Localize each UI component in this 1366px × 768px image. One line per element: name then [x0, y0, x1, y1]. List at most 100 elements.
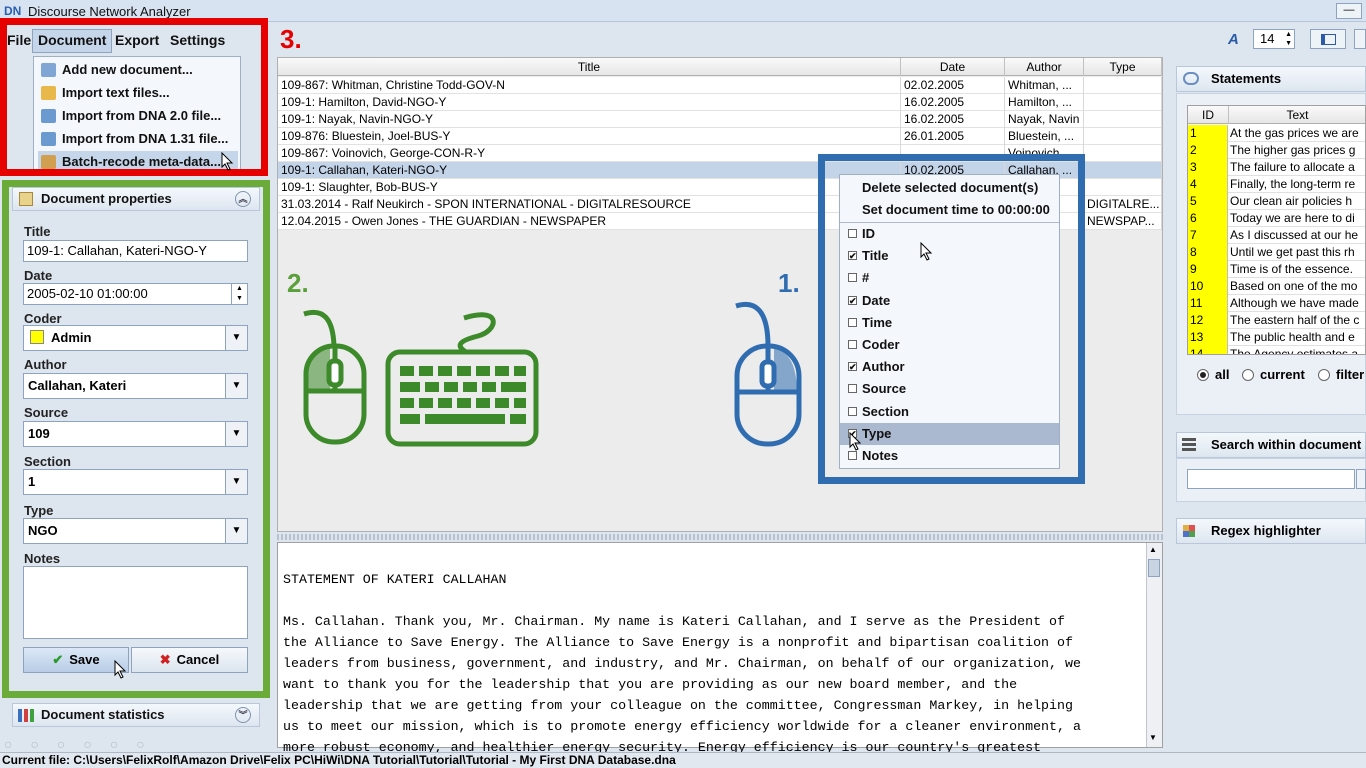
text-line: the Alliance to Save Energy. The Allianc…: [283, 635, 1073, 650]
column-header-author[interactable]: Author: [1005, 58, 1084, 76]
statement-row[interactable]: 7 As I discussed at our he: [1188, 227, 1365, 244]
column-header-text[interactable]: Text: [1229, 106, 1365, 124]
statement-row[interactable]: 11 Although we have made: [1188, 295, 1365, 312]
palette-icon: [1183, 525, 1195, 537]
document-statistics-header[interactable]: Document statistics ︾: [12, 703, 260, 727]
document-text-pane[interactable]: STATEMENT OF KATERI CALLAHAN Ms. Callahan…: [277, 542, 1163, 755]
statement-row[interactable]: 4 Finally, the long-term re: [1188, 176, 1365, 193]
cell-type: [1084, 145, 1162, 162]
layout-toggle-button[interactable]: [1310, 29, 1346, 49]
table-header: Title Date Author Type: [278, 58, 1162, 76]
cell-title: 12.04.2015 - Owen Jones - THE GUARDIAN -…: [278, 213, 901, 230]
mouse-and-keyboard-icon: [303, 310, 539, 447]
statement-id: 14: [1188, 346, 1228, 354]
bar-chart-icon: [18, 709, 34, 722]
minimize-button[interactable]: —: [1336, 3, 1362, 19]
font-icon: A: [1228, 31, 1239, 48]
expand-icon[interactable]: ︾: [235, 707, 251, 723]
column-header-id[interactable]: ID: [1188, 106, 1229, 124]
statement-text: Until we get past this rh: [1230, 245, 1355, 259]
cell-title: 109-876: Bluestein, Joel-BUS-Y: [278, 128, 901, 145]
vertical-scrollbar[interactable]: ▲ ▼: [1146, 543, 1162, 747]
cell-title: 109-1: Callahan, Kateri-NGO-Y: [278, 162, 901, 179]
disabled-toolbar-icons: ○○○○○○: [4, 736, 163, 752]
filter-current-label[interactable]: current: [1260, 367, 1305, 382]
filter-all-label[interactable]: all: [1215, 367, 1229, 382]
cell-author: Hamilton, ...: [1005, 94, 1084, 111]
statement-id: 6: [1188, 210, 1228, 227]
statement-text: Time is of the essence.: [1230, 262, 1353, 276]
column-header-date[interactable]: Date: [901, 58, 1005, 76]
statement-row[interactable]: 9 Time is of the essence.: [1188, 261, 1365, 278]
search-input[interactable]: [1187, 469, 1355, 489]
search-within-document-header[interactable]: Search within document: [1176, 432, 1366, 458]
statement-text: The public health and e: [1230, 330, 1355, 344]
search-button[interactable]: [1356, 469, 1366, 489]
column-header-type[interactable]: Type: [1084, 58, 1162, 76]
speech-bubble-icon: [1183, 72, 1199, 85]
statement-text: The eastern half of the c: [1230, 313, 1360, 327]
column-header-title[interactable]: Title: [278, 58, 901, 76]
window-title: Discourse Network Analyzer: [28, 4, 191, 19]
statement-row[interactable]: 2 The higher gas prices g: [1188, 142, 1365, 159]
annotation-green-box: [2, 180, 270, 698]
statement-row[interactable]: 6 Today we are here to di: [1188, 210, 1365, 227]
annotation-number-2: 2.: [287, 268, 309, 298]
cell-author: Whitman, ...: [1005, 77, 1084, 94]
statement-row[interactable]: 14 The Agency estimates a: [1188, 346, 1365, 355]
statement-text: At the gas prices we are: [1230, 126, 1359, 140]
cell-title: 31.03.2014 - Ralf Neukirch - SPON INTERN…: [278, 196, 901, 213]
cell-title: 109-1: Nayak, Navin-NGO-Y: [278, 111, 901, 128]
statement-text: The failure to allocate a: [1230, 160, 1355, 174]
statement-row[interactable]: 3 The failure to allocate a: [1188, 159, 1365, 176]
filter-all-radio[interactable]: [1197, 369, 1209, 381]
scroll-down-icon[interactable]: ▼: [1149, 733, 1157, 742]
statement-text: The higher gas prices g: [1230, 143, 1356, 157]
statement-row[interactable]: 1 At the gas prices we are: [1188, 125, 1365, 142]
table-row[interactable]: 109-1: Nayak, Navin-NGO-Y 16.02.2005 Nayak…: [278, 111, 1162, 128]
scroll-thumb[interactable]: [1148, 559, 1160, 577]
statement-text: Although we have made: [1230, 296, 1359, 310]
statement-row[interactable]: 13 The public health and e: [1188, 329, 1365, 346]
statements-header[interactable]: Statements: [1176, 66, 1366, 92]
table-row[interactable]: 109-867: Whitman, Christine Todd-GOV-N 02…: [278, 77, 1162, 94]
cell-date: 16.02.2005: [901, 94, 1005, 111]
regex-highlighter-header[interactable]: Regex highlighter: [1176, 518, 1366, 544]
filter-current-radio[interactable]: [1242, 369, 1254, 381]
layout-icon: [1321, 34, 1336, 45]
splitter-handle[interactable]: [277, 534, 1163, 540]
statement-id: 9: [1188, 261, 1228, 278]
scroll-up-icon[interactable]: ▲: [1149, 545, 1157, 554]
cell-type: [1084, 128, 1162, 145]
statement-text: The Agency estimates a: [1230, 347, 1359, 355]
mouse-cursor-icon: [920, 242, 933, 261]
statement-id: 4: [1188, 176, 1228, 193]
mouse-cursor-icon: [849, 432, 862, 451]
table-row[interactable]: 109-1: Hamilton, David-NGO-Y 16.02.2005 Ha…: [278, 94, 1162, 111]
statement-row[interactable]: 12 The eastern half of the c: [1188, 312, 1365, 329]
table-row[interactable]: 109-876: Bluestein, Joel-BUS-Y 26.01.2005…: [278, 128, 1162, 145]
statement-row[interactable]: 10 Based on one of the mo: [1188, 278, 1365, 295]
statement-row[interactable]: 8 Until we get past this rh: [1188, 244, 1365, 261]
cell-type: [1084, 77, 1162, 94]
cell-title: 109-1: Hamilton, David-NGO-Y: [278, 94, 901, 111]
annotation-number-1: 1.: [778, 268, 800, 298]
cell-type: NEWSPAP...: [1084, 213, 1162, 230]
text-line: leaders from business, government, and i…: [283, 656, 1081, 671]
statement-text: Finally, the long-term re: [1230, 177, 1356, 191]
filter-filter-radio[interactable]: [1318, 369, 1330, 381]
statement-id: 7: [1188, 227, 1228, 244]
binoculars-icon: [1182, 438, 1196, 451]
filter-filter-label[interactable]: filter: [1336, 367, 1366, 382]
cell-type: [1084, 179, 1162, 196]
app-icon: DN: [4, 4, 22, 18]
layout-toggle-button-2[interactable]: [1354, 29, 1366, 49]
statement-row[interactable]: 5 Our clean air policies h: [1188, 193, 1365, 210]
cell-title: 109-867: Whitman, Christine Todd-GOV-N: [278, 77, 901, 94]
status-bar: Current file: C:\Users\FelixRolf\Amazon …: [0, 752, 1366, 768]
statement-id: 10: [1188, 278, 1228, 295]
cell-type: [1084, 94, 1162, 111]
text-line: Ms. Callahan. Thank you, Mr. Chairman. M…: [283, 614, 1065, 629]
statement-id: 5: [1188, 193, 1228, 210]
font-size-spinner[interactable]: 14 ▲ ▼: [1253, 29, 1295, 49]
